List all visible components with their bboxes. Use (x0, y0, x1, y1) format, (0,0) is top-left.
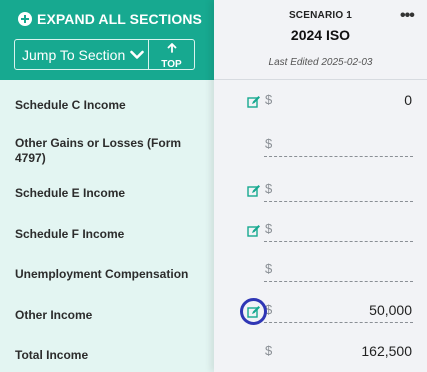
edit-icon[interactable] (247, 184, 261, 198)
scenario-label: SCENARIO 1 (288, 10, 353, 21)
focus-ring-highlight (240, 298, 267, 325)
income-labels-column: Schedule C Income Other Gains or Losses … (0, 80, 214, 372)
scenario-name: 2024 ISO (290, 27, 351, 43)
row-label-total-income: Total Income (15, 348, 89, 362)
more-options-icon[interactable]: ••• (400, 7, 415, 25)
scroll-to-top-button[interactable]: TOP (149, 40, 194, 70)
total-income-value: 162,500 (361, 343, 412, 359)
edit-icon[interactable] (247, 95, 261, 109)
schedule-e-income-field[interactable]: $ (264, 178, 413, 202)
currency-symbol: $ (265, 261, 273, 276)
row-label-other-income: Other Income (15, 308, 93, 322)
schedule-c-income-field[interactable]: $ 0 (264, 89, 413, 113)
chevron-down-icon (130, 50, 144, 60)
jump-to-section-control: Jump To Section TOP (14, 39, 195, 70)
last-edited-date: Last Edited 2025-02-03 (268, 57, 373, 68)
row-label-schedule-e-income: Schedule E Income (15, 186, 126, 200)
row-label-unemployment-compensation: Unemployment Compensation (15, 267, 189, 281)
edit-icon[interactable] (247, 224, 261, 238)
row-label-schedule-c-income: Schedule C Income (15, 98, 126, 112)
plus-circle-icon (18, 12, 32, 26)
unemployment-compensation-field[interactable]: $ (264, 258, 413, 282)
currency-symbol: $ (265, 92, 273, 107)
other-income-field[interactable]: $ 50,000 (264, 299, 413, 323)
currency-symbol: $ (265, 221, 273, 236)
section-navigation-header: EXPAND ALL SECTIONS Jump To Section TOP (0, 0, 214, 80)
top-label: TOP (161, 58, 182, 70)
schedule-c-income-value: 0 (404, 92, 412, 108)
row-label-other-gains-losses: Other Gains or Losses (Form 4797) (15, 136, 182, 165)
currency-symbol: $ (265, 181, 273, 196)
header-divider (214, 79, 427, 80)
currency-symbol: $ (265, 136, 273, 151)
row-label-schedule-f-income: Schedule F Income (15, 227, 125, 241)
arrow-up-icon (167, 40, 177, 58)
expand-all-sections-label: EXPAND ALL SECTIONS (37, 11, 202, 27)
other-gains-losses-field[interactable]: $ (264, 133, 413, 157)
jump-to-section-dropdown[interactable]: Jump To Section (15, 40, 149, 69)
jump-to-section-label: Jump To Section (22, 46, 126, 63)
expand-all-sections-button[interactable]: EXPAND ALL SECTIONS (18, 9, 202, 29)
other-income-value: 50,000 (369, 302, 412, 318)
currency-symbol: $ (265, 343, 273, 358)
schedule-f-income-field[interactable]: $ (264, 218, 413, 242)
total-income-field: $ 162,500 (264, 340, 413, 364)
